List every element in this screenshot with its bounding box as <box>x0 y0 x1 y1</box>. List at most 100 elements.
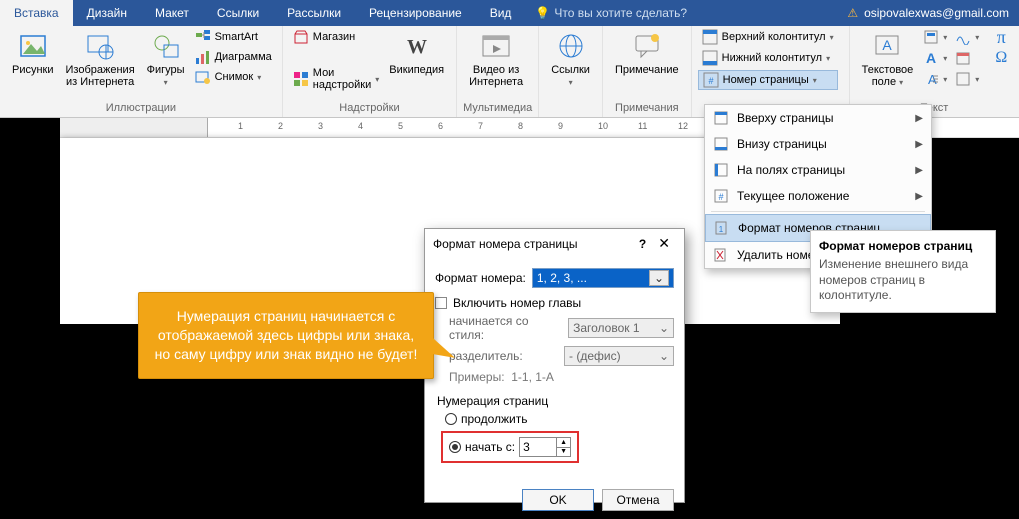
dialog-help-button[interactable]: ? <box>633 237 652 251</box>
equation-icon: π <box>993 29 1009 45</box>
store-icon <box>293 29 309 45</box>
group-comments: Примечание Примечания <box>603 26 692 117</box>
text-box-icon: A <box>871 30 903 62</box>
equation-button[interactable]: π <box>989 28 1013 46</box>
menu-top-of-page[interactable]: Вверху страницы▶ <box>705 105 931 131</box>
text-box-button[interactable]: A Текстовое поле ▾ <box>856 28 920 90</box>
online-video-button[interactable]: Видео из Интернета <box>463 28 529 90</box>
tooltip: Формат номеров страниц Изменение внешнег… <box>810 230 996 313</box>
my-addins-label: Мои надстройки <box>313 67 371 91</box>
footer-label: Нижний колонтитул <box>722 52 822 64</box>
page-number-format-dialog: Формат номера страницы ? ✕ Формат номера… <box>424 228 685 503</box>
current-pos-icon: # <box>713 188 729 204</box>
page-number-label: Номер страницы <box>723 74 809 86</box>
tooltip-title: Формат номеров страниц <box>819 239 987 253</box>
chevron-down-icon: ⌄ <box>649 270 669 286</box>
cancel-button[interactable]: Отмена <box>602 489 674 511</box>
store-button[interactable]: Магазин <box>289 28 384 46</box>
my-addins-button[interactable]: Мои надстройки▾ <box>289 66 384 92</box>
continue-label: продолжить <box>461 412 527 426</box>
svg-text:#: # <box>718 192 723 202</box>
spin-up-button[interactable]: ▲ <box>556 438 570 448</box>
start-at-input[interactable] <box>520 438 556 456</box>
footer-button[interactable]: Нижний колонтитул▾ <box>698 49 838 67</box>
picture-icon <box>17 30 49 62</box>
warning-icon: ⚠ <box>847 6 858 20</box>
group-comments-label: Примечания <box>609 101 685 115</box>
links-button[interactable]: Ссылки▾ <box>545 28 596 90</box>
chevron-down-icon: ⌄ <box>659 321 669 335</box>
menu-current-position[interactable]: # Текущее положение ▶ <box>705 183 931 209</box>
chevron-down-icon: ▾ <box>943 75 947 84</box>
shapes-button[interactable]: Фигуры ▾ <box>141 28 191 90</box>
header-button[interactable]: Верхний колонтитул▾ <box>698 28 838 46</box>
group-illustrations: Рисунки Изображения из Интернета Фигуры … <box>0 26 283 117</box>
number-format-select[interactable]: 1, 2, 3, ... ⌄ <box>532 268 674 288</box>
radio-selected-icon <box>449 441 461 453</box>
chevron-down-icon: ▾ <box>899 78 903 87</box>
start-at-spinner[interactable]: ▲▼ <box>519 437 571 457</box>
screenshot-label: Снимок <box>215 71 254 83</box>
svg-text:1: 1 <box>719 225 724 234</box>
online-picture-icon <box>84 30 116 62</box>
wikipedia-button[interactable]: W Википедия <box>383 28 450 78</box>
start-at-radio[interactable]: начать с: ▲▼ <box>449 437 571 457</box>
smartart-label: SmartArt <box>215 31 258 43</box>
ok-button[interactable]: OK <box>522 489 594 511</box>
chevron-right-icon: ▶ <box>915 191 923 202</box>
link-icon <box>555 30 587 62</box>
tab-mailings[interactable]: Рассылки <box>273 0 355 26</box>
object-button[interactable]: ▾ <box>951 70 983 88</box>
page-bottom-icon <box>713 136 729 152</box>
separator-value: - (дефис) <box>569 349 621 363</box>
text-box-label: Текстовое поле <box>862 64 914 88</box>
store-label: Магазин <box>313 31 355 43</box>
screenshot-button[interactable]: Снимок▾ <box>191 68 276 86</box>
tab-references[interactable]: Ссылки <box>203 0 273 26</box>
heading-style-select[interactable]: Заголовок 1⌄ <box>568 318 674 338</box>
chart-icon <box>195 49 211 65</box>
chevron-down-icon: ▾ <box>830 33 834 42</box>
menu-item-label: Текущее положение <box>737 189 907 203</box>
tab-view[interactable]: Вид <box>476 0 526 26</box>
drop-cap-button[interactable]: A▾ <box>919 70 951 88</box>
addins-icon <box>293 71 309 87</box>
signature-button[interactable]: ▾ <box>951 28 983 46</box>
pictures-button[interactable]: Рисунки <box>6 28 60 78</box>
wordart-button[interactable]: A▾ <box>919 49 951 67</box>
chevron-down-icon: ⌄ <box>659 349 669 363</box>
comment-button[interactable]: Примечание <box>609 28 685 78</box>
chevron-down-icon: ▾ <box>943 54 947 63</box>
wordart-icon: A <box>923 50 939 66</box>
group-addins-label: Надстройки <box>289 101 450 115</box>
menu-page-margins[interactable]: На полях страницы▶ <box>705 157 931 183</box>
chevron-right-icon: ▶ <box>915 139 923 150</box>
menu-item-label: На полях страницы <box>737 163 907 177</box>
dialog-close-button[interactable]: ✕ <box>652 235 676 252</box>
chevron-down-icon: ▾ <box>164 78 168 87</box>
wikipedia-icon: W <box>401 30 433 62</box>
start-at-label: начать с: <box>465 440 515 454</box>
quick-parts-button[interactable]: ▾ <box>919 28 951 46</box>
menu-bottom-of-page[interactable]: Внизу страницы▶ <box>705 131 931 157</box>
separator-select[interactable]: - (дефис) ⌄ <box>564 346 674 366</box>
include-chapter-checkbox[interactable] <box>435 297 447 309</box>
continue-radio[interactable]: продолжить <box>445 412 664 426</box>
page-number-button[interactable]: #Номер страницы▾ <box>698 70 838 90</box>
tab-layout[interactable]: Макет <box>141 0 203 26</box>
chart-button[interactable]: Диаграмма <box>191 48 276 66</box>
smartart-button[interactable]: SmartArt <box>191 28 276 46</box>
tell-me-search[interactable]: 💡 Что вы хотите сделать? <box>525 0 687 26</box>
account-info[interactable]: ⚠ osipovalexwas@gmail.com <box>837 0 1019 26</box>
date-time-button[interactable] <box>951 49 983 67</box>
symbol-button[interactable]: Ω <box>989 49 1013 67</box>
tab-design[interactable]: Дизайн <box>73 0 141 26</box>
tab-review[interactable]: Рецензирование <box>355 0 476 26</box>
online-pictures-button[interactable]: Изображения из Интернета <box>60 28 141 90</box>
page-margin-icon <box>713 162 729 178</box>
spin-down-button[interactable]: ▼ <box>556 448 570 457</box>
chart-label: Диаграмма <box>215 51 272 63</box>
tell-me-label: Что вы хотите сделать? <box>554 6 687 20</box>
examples-label: Примеры: <box>449 370 505 384</box>
tab-insert[interactable]: Вставка <box>0 0 73 26</box>
